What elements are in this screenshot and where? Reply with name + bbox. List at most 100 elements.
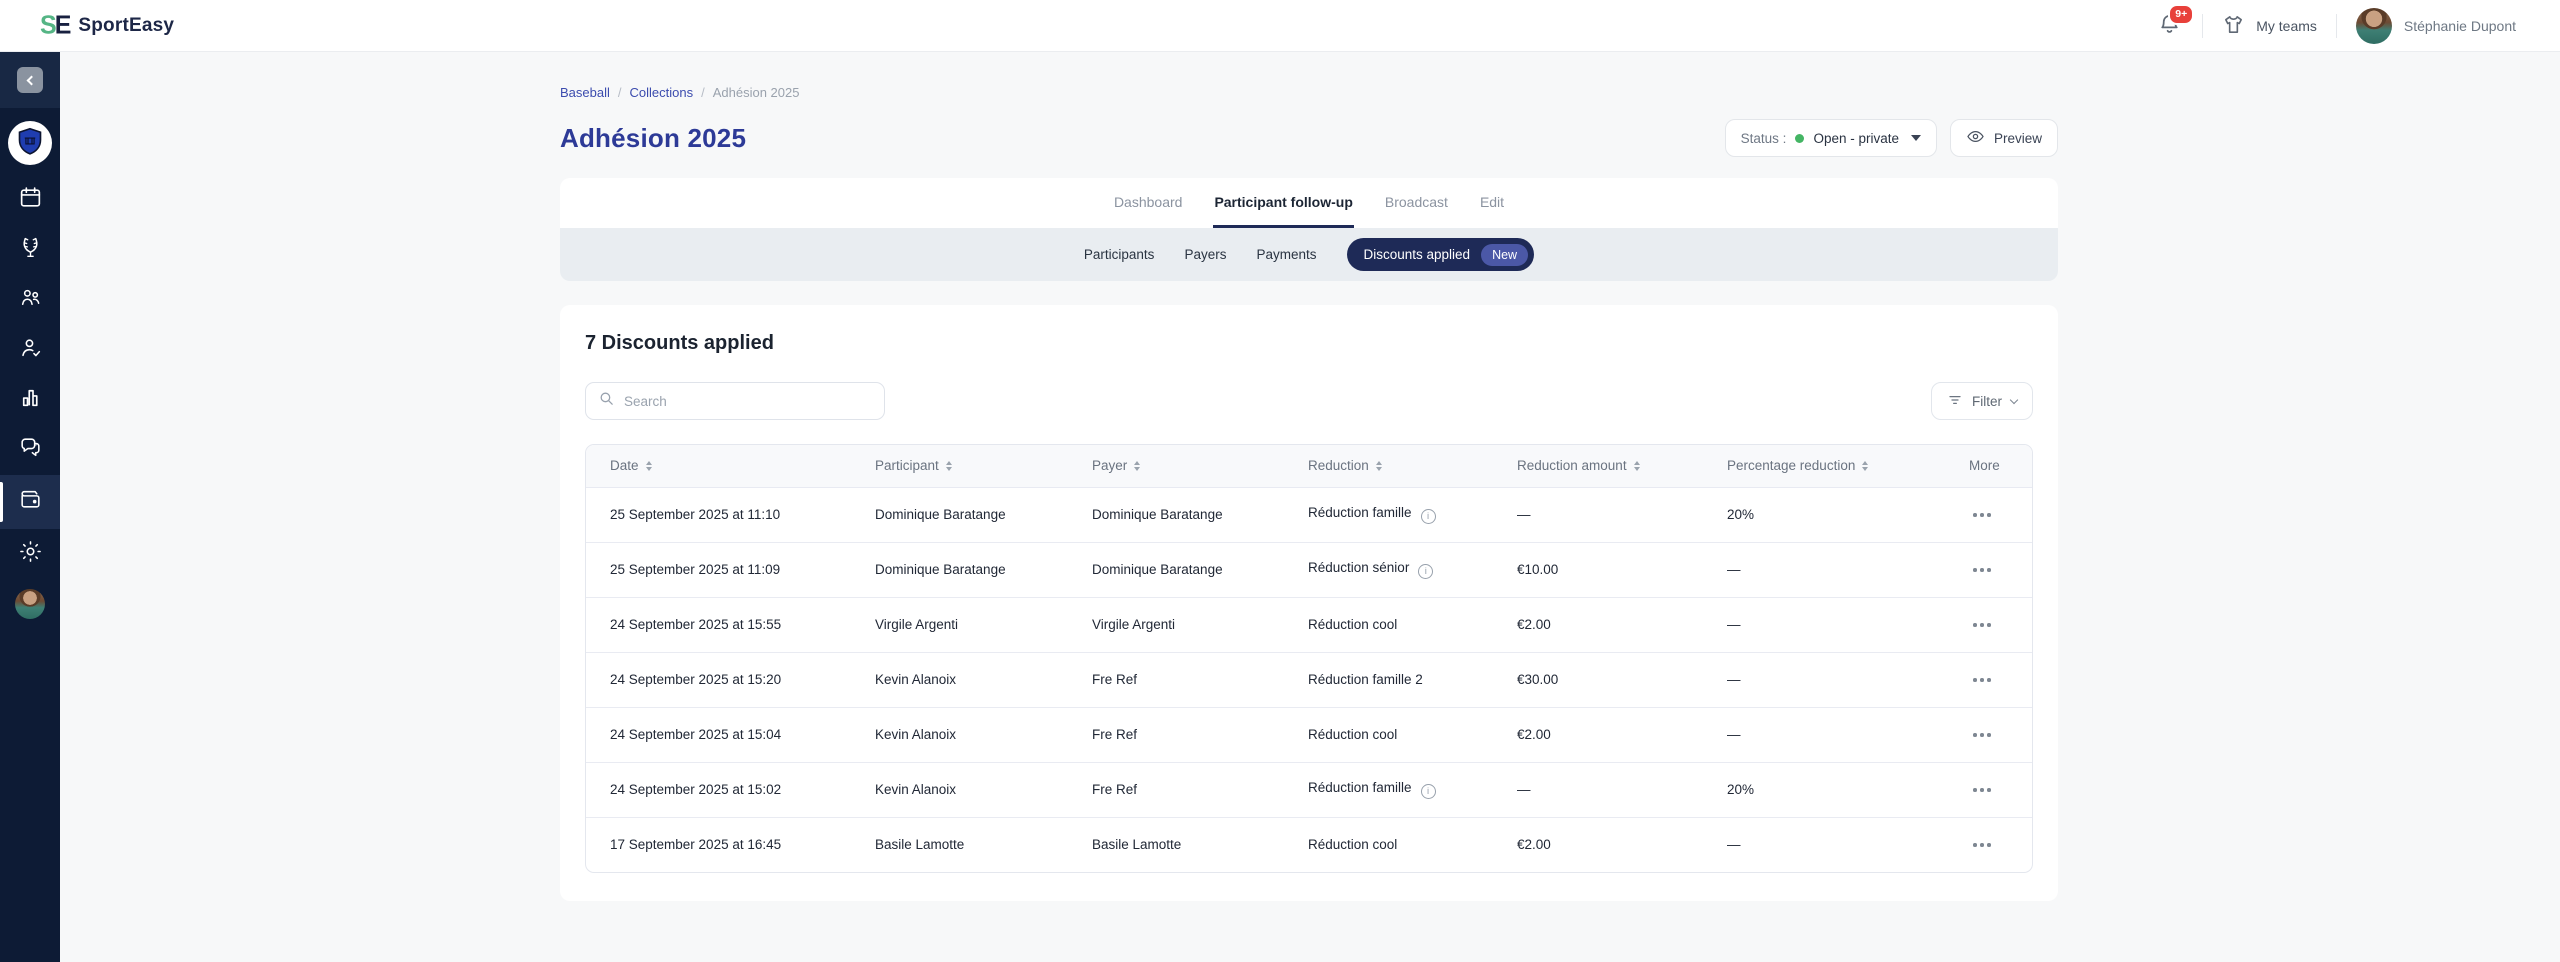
tab-participant-follow-up[interactable]: Participant follow-up	[1213, 178, 1353, 228]
row-actions-button[interactable]	[1969, 615, 1995, 635]
sidebar-item-competition[interactable]	[0, 225, 60, 275]
table-toolbar: Filter	[585, 382, 2033, 420]
preview-button[interactable]: Preview	[1950, 119, 2058, 157]
column-header-participant[interactable]: Participant	[851, 445, 1068, 487]
row-actions-button[interactable]	[1969, 560, 1995, 580]
row-actions-button[interactable]	[1969, 670, 1995, 690]
cell-date: 25 September 2025 at 11:09	[586, 542, 851, 597]
sidebar-item-members[interactable]	[0, 275, 60, 325]
sidebar-item-profile[interactable]	[0, 579, 60, 629]
table-row[interactable]: 25 September 2025 at 11:10 Dominique Bar…	[586, 487, 2033, 542]
tab-edit[interactable]: Edit	[1479, 178, 1505, 228]
top-right-cluster: 9+ My teams Stéphanie Dupont	[2156, 8, 2516, 44]
column-header-reduction-amount[interactable]: Reduction amount	[1493, 445, 1703, 487]
reduction-label: Réduction cool	[1308, 837, 1397, 852]
cell-payer: Basile Lamotte	[1068, 817, 1284, 872]
cell-amount: €10.00	[1493, 542, 1703, 597]
cell-date: 25 September 2025 at 11:10	[586, 487, 851, 542]
column-header-payer[interactable]: Payer	[1068, 445, 1284, 487]
main-tabs: Dashboard Participant follow-up Broadcas…	[560, 178, 2058, 228]
collection-card: Dashboard Participant follow-up Broadcas…	[560, 178, 2058, 281]
row-actions-button[interactable]	[1969, 505, 1995, 525]
user-menu[interactable]: Stéphanie Dupont	[2356, 8, 2516, 44]
sidebar-item-payments[interactable]	[0, 475, 60, 529]
column-header-date[interactable]: Date	[586, 445, 851, 487]
caret-down-icon	[1911, 135, 1921, 141]
table-row[interactable]: 24 September 2025 at 15:55 Virgile Argen…	[586, 597, 2033, 652]
table-row[interactable]: 25 September 2025 at 11:09 Dominique Bar…	[586, 542, 2033, 597]
subtab-discounts-applied[interactable]: Discounts applied New	[1347, 238, 1535, 271]
cell-percentage: —	[1703, 652, 1945, 707]
row-actions-button[interactable]	[1969, 725, 1995, 745]
app-logo[interactable]: SE SportEasy	[40, 11, 174, 40]
sidebar-item-attendance[interactable]	[0, 325, 60, 375]
column-header-reduction[interactable]: Reduction	[1284, 445, 1493, 487]
gear-icon	[18, 539, 43, 569]
chat-bubbles-icon	[18, 435, 43, 465]
subtab-payers[interactable]: Payers	[1184, 247, 1226, 262]
cell-reduction: Réduction famille 2	[1284, 652, 1493, 707]
search-input[interactable]	[624, 394, 872, 409]
sidebar-item-calendar[interactable]	[0, 175, 60, 225]
cell-more	[1945, 487, 2033, 542]
sidebar-collapse-button[interactable]	[17, 67, 43, 93]
sub-tabs: Participants Payers Payments Discounts a…	[560, 228, 2058, 281]
sidebar-item-statistics[interactable]	[0, 375, 60, 425]
new-badge: New	[1481, 244, 1528, 266]
filter-button[interactable]: Filter	[1931, 382, 2033, 420]
bar-chart-icon	[18, 385, 43, 415]
status-dropdown[interactable]: Status : Open - private	[1725, 119, 1937, 157]
cell-more	[1945, 707, 2033, 762]
cell-participant: Basile Lamotte	[851, 817, 1068, 872]
subtab-payments[interactable]: Payments	[1256, 247, 1316, 262]
cell-reduction: Réduction famille i	[1284, 762, 1493, 817]
discounts-table-wrapper: Date Participant Payer Reduction Reducti…	[585, 444, 2033, 873]
cell-amount: €2.00	[1493, 597, 1703, 652]
reduction-label: Réduction famille	[1308, 505, 1412, 520]
calendar-icon	[18, 185, 43, 215]
filter-icon	[1947, 392, 1963, 411]
discounts-section: 7 Discounts applied Filter	[560, 305, 2058, 901]
breadcrumb-separator: /	[701, 85, 705, 100]
table-row[interactable]: 24 September 2025 at 15:20 Kevin Alanoix…	[586, 652, 2033, 707]
my-teams-button[interactable]: My teams	[2222, 13, 2317, 39]
info-icon[interactable]: i	[1421, 784, 1436, 799]
breadcrumb-link-collections[interactable]: Collections	[630, 85, 694, 100]
notifications-button[interactable]: 9+	[2156, 11, 2183, 41]
info-icon[interactable]: i	[1421, 509, 1436, 524]
subtab-participants[interactable]: Participants	[1084, 247, 1155, 262]
sidebar-item-settings[interactable]	[0, 529, 60, 579]
column-header-more: More	[1945, 445, 2033, 487]
tab-dashboard[interactable]: Dashboard	[1113, 178, 1184, 228]
cell-more	[1945, 762, 2033, 817]
table-row[interactable]: 24 September 2025 at 15:02 Kevin Alanoix…	[586, 762, 2033, 817]
cell-more	[1945, 652, 2033, 707]
cell-percentage: —	[1703, 597, 1945, 652]
table-row[interactable]: 24 September 2025 at 15:04 Kevin Alanoix…	[586, 707, 2033, 762]
cell-percentage: —	[1703, 817, 1945, 872]
row-actions-button[interactable]	[1969, 780, 1995, 800]
info-icon[interactable]: i	[1418, 564, 1433, 579]
sidebar-profile-avatar	[15, 589, 45, 619]
cell-amount: €30.00	[1493, 652, 1703, 707]
reduction-label: Réduction famille	[1308, 780, 1412, 795]
cell-amount: €2.00	[1493, 817, 1703, 872]
club-logo[interactable]	[8, 121, 52, 165]
breadcrumb: Baseball / Collections / Adhésion 2025	[560, 85, 2058, 100]
jersey-icon	[2222, 13, 2245, 39]
sort-icon	[946, 461, 952, 472]
cell-more	[1945, 542, 2033, 597]
table-row[interactable]: 17 September 2025 at 16:45 Basile Lamott…	[586, 817, 2033, 872]
tab-broadcast[interactable]: Broadcast	[1384, 178, 1449, 228]
breadcrumb-link-baseball[interactable]: Baseball	[560, 85, 610, 100]
filter-label: Filter	[1972, 394, 2002, 409]
status-label: Status :	[1741, 131, 1787, 146]
row-actions-button[interactable]	[1969, 835, 1995, 855]
cell-participant: Virgile Argenti	[851, 597, 1068, 652]
column-header-percentage-reduction[interactable]: Percentage reduction	[1703, 445, 1945, 487]
cell-more	[1945, 817, 2033, 872]
sidebar-item-messages[interactable]	[0, 425, 60, 475]
breadcrumb-separator: /	[618, 85, 622, 100]
cell-more	[1945, 597, 2033, 652]
divider	[2202, 14, 2203, 38]
